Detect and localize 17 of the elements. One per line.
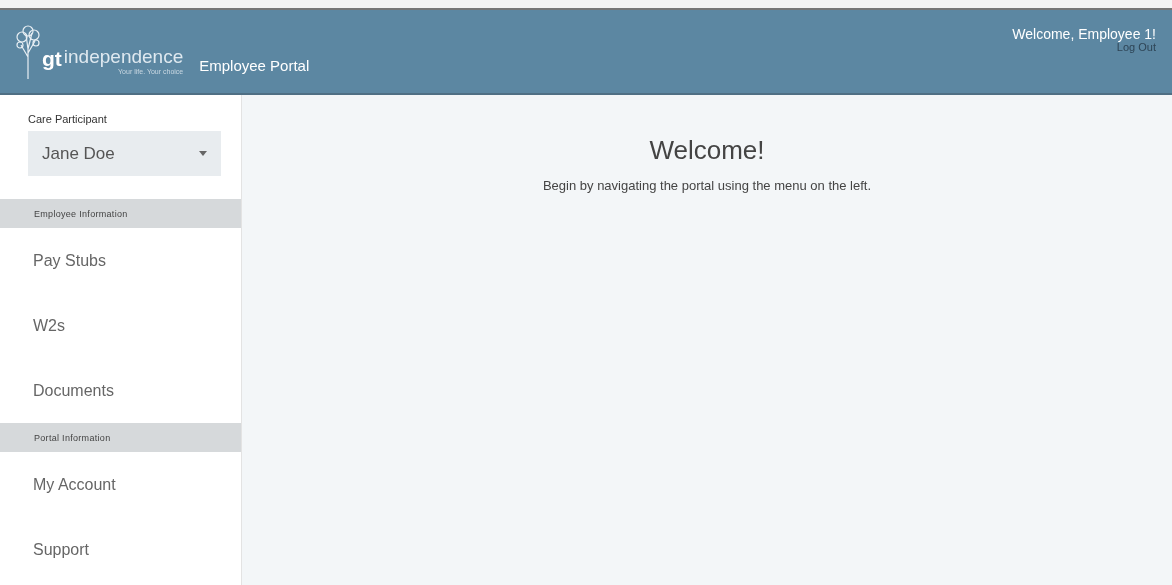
section-heading: Portal Information: [0, 423, 241, 452]
sidebar-item[interactable]: Documents: [0, 358, 241, 423]
participant-label: Care Participant: [28, 113, 108, 125]
caret-icon: [199, 151, 207, 156]
intro-text: Begin by navigating the portal using the menu on the left.: [542, 178, 872, 193]
tree-icon: [16, 24, 40, 79]
portal-title: Employee Portal: [199, 57, 310, 74]
logo-name: independence: [63, 46, 184, 66]
sidebar-item[interactable]: Pay Stubs: [0, 228, 241, 293]
welcome-heading: Welcome!: [649, 135, 765, 166]
sidebar-item[interactable]: Support: [0, 517, 241, 582]
sidebar-item[interactable]: My Account: [0, 452, 241, 517]
participant-select[interactable]: Jane Doe: [28, 131, 221, 176]
logo-mark: gt: [42, 47, 62, 72]
sidebar-item[interactable]: W2s: [0, 293, 241, 358]
section-heading: Employee Information: [0, 199, 241, 228]
welcome-text: Welcome, Employee 1!: [1012, 26, 1156, 42]
